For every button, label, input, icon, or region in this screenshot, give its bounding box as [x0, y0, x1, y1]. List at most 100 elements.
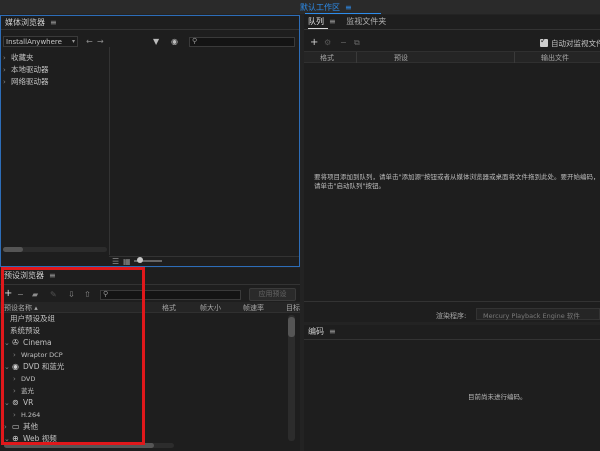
search-icon: ⚲: [192, 37, 198, 45]
divider: [1, 29, 299, 30]
monitor-icon: ▭: [12, 422, 20, 431]
preset-scrollbar-thumb[interactable]: [288, 317, 295, 337]
preset-row[interactable]: ⌄ ✇ Cinema: [0, 337, 288, 349]
column-frame-rate[interactable]: 帧速率: [243, 303, 264, 313]
remove-preset-icon[interactable]: −: [17, 290, 24, 299]
chevron-right-icon: ›: [3, 78, 6, 86]
chevron-right-icon[interactable]: ›: [13, 373, 21, 385]
queue-menu-icon[interactable]: ≡: [329, 15, 336, 28]
queue-panel: 队列 ≡ 监视文件夹 + ⚙ − ⧉ ✓ 自动对监视文件 格式 预设 输出文件 要…: [304, 15, 600, 322]
divider: [304, 29, 600, 30]
add-preset-icon[interactable]: +: [4, 288, 12, 299]
add-source-icon[interactable]: +: [310, 37, 318, 48]
edit-preset-icon[interactable]: ✎: [50, 290, 57, 299]
preset-browser-title[interactable]: 预设浏览器: [4, 271, 44, 280]
preset-row[interactable]: 用户预设及组: [0, 313, 288, 325]
column-output-file[interactable]: 输出文件: [541, 53, 569, 63]
chevron-right-icon[interactable]: ›: [13, 385, 21, 397]
preset-scrollbar[interactable]: [288, 315, 295, 441]
renderer-dropdown[interactable]: Mercury Playback Engine 软件: [476, 308, 600, 320]
column-format[interactable]: 格式: [320, 53, 334, 63]
preset-row[interactable]: › Wraptor DCP: [0, 349, 288, 361]
preset-search-input[interactable]: ⚲: [100, 290, 241, 300]
queue-header: 队列 ≡ 监视文件夹: [304, 15, 600, 28]
column-preset[interactable]: 预设: [394, 53, 408, 63]
media-browser-title[interactable]: 媒体浏览器: [5, 18, 45, 27]
chevron-down-icon[interactable]: ⌄: [4, 361, 12, 373]
duplicate-icon[interactable]: ⧉: [354, 38, 360, 48]
column-target[interactable]: 目标: [286, 303, 300, 313]
preset-row-label: 其他: [23, 422, 38, 431]
icon-view-icon[interactable]: ▦: [123, 257, 131, 266]
import-preset-icon[interactable]: ⇩: [68, 290, 75, 299]
encode-header: 编码 ≡: [304, 325, 600, 339]
zoom-slider-handle[interactable]: [137, 257, 143, 263]
media-browser-header: 媒体浏览器 ≡: [1, 16, 299, 29]
list-view-icon[interactable]: ☰: [112, 257, 119, 266]
check-icon: ✓: [540, 36, 547, 45]
divider: [0, 284, 300, 285]
chevron-down-icon[interactable]: ⌄: [4, 397, 12, 409]
preset-column-header: 预设名称 ▴ 格式 帧大小 帧速率 目标: [0, 302, 300, 313]
tree-scrollbar[interactable]: [3, 247, 107, 252]
tree-item-favorites[interactable]: › 收藏夹: [3, 52, 107, 64]
settings-icon[interactable]: ⚙: [324, 38, 331, 47]
export-preset-icon[interactable]: ⇧: [84, 290, 91, 299]
workspace-menu-icon[interactable]: ≡: [345, 3, 352, 12]
preset-row-label: Wraptor DCP: [21, 351, 63, 359]
filter-icon[interactable]: ▼: [153, 37, 159, 46]
preset-row-label: DVD: [21, 375, 36, 383]
encode-status-message: 目前尚未进行编码。: [468, 393, 527, 401]
tree-item-network-drives[interactable]: › 网络驱动器: [3, 76, 107, 88]
preset-h-scrollbar[interactable]: [4, 443, 174, 448]
preset-row[interactable]: › DVD: [0, 373, 288, 385]
location-dropdown[interactable]: InstallAnywhere ▾: [3, 36, 78, 47]
chevron-right-icon[interactable]: ›: [4, 421, 12, 433]
workspace-label[interactable]: 默认工作区 ≡: [300, 2, 352, 13]
preset-row[interactable]: › H.264: [0, 409, 288, 421]
disc-icon: ◉: [12, 362, 19, 371]
queue-column-header: 格式 预设 输出文件: [304, 51, 600, 63]
preset-row[interactable]: ⌄ ◉ DVD 和蓝光: [0, 361, 288, 373]
search-icon: ⚲: [103, 290, 109, 298]
tree-item-local-drives[interactable]: › 本地驱动器: [3, 64, 107, 76]
column-preset-name[interactable]: 预设名称 ▴: [4, 303, 38, 313]
panel-menu-icon[interactable]: ≡: [329, 325, 336, 339]
panel-menu-icon[interactable]: ≡: [49, 268, 56, 284]
column-format[interactable]: 格式: [162, 303, 176, 313]
preset-row-label: 蓝光: [21, 387, 34, 395]
media-search-input[interactable]: ⚲: [189, 37, 295, 47]
renderer-label: 渲染程序:: [436, 312, 467, 320]
preset-row-label: VR: [23, 398, 34, 407]
view-toggle-icon[interactable]: ◉: [171, 37, 178, 46]
sort-up-icon: ▴: [34, 304, 38, 312]
chevron-right-icon[interactable]: ›: [13, 409, 21, 421]
preset-row-label: 系统预设: [10, 326, 40, 335]
back-arrow-icon[interactable]: ←: [86, 37, 93, 46]
divider: [304, 339, 600, 340]
apply-preset-button[interactable]: 应用预设: [249, 288, 296, 301]
preset-row[interactable]: 系统预设: [0, 325, 288, 337]
preset-row[interactable]: › ▭ 其他: [0, 421, 288, 433]
tab-watch-folders[interactable]: 监视文件夹: [346, 17, 386, 26]
remove-icon[interactable]: −: [340, 38, 347, 47]
preset-row[interactable]: › 蓝光: [0, 385, 288, 397]
forward-arrow-icon[interactable]: →: [97, 37, 104, 46]
auto-encode-checkbox[interactable]: ✓: [540, 36, 548, 47]
new-group-icon[interactable]: ▰: [32, 290, 38, 299]
divider: [304, 301, 600, 302]
queue-empty-message: 要将项目添加到队列，请单击"添加源"按钮或者从媒体浏览器或桌面将文件拖到此处。要…: [314, 173, 600, 190]
tab-queue[interactable]: 队列: [308, 17, 324, 26]
preset-tree: 用户预设及组 系统预设 ⌄ ✇ Cinema › Wraptor DCP ⌄ ◉ DVD 和蓝光 ›…: [0, 313, 288, 445]
chevron-right-icon[interactable]: ›: [13, 349, 21, 361]
workspace-underline: [305, 13, 381, 14]
panel-menu-icon[interactable]: ≡: [50, 16, 57, 29]
encode-title[interactable]: 编码: [308, 327, 324, 336]
vr-icon: ⊚: [12, 398, 19, 407]
column-frame-size[interactable]: 帧大小: [200, 303, 221, 313]
preset-row-label: DVD 和蓝光: [23, 362, 65, 371]
chevron-right-icon: ›: [3, 66, 6, 74]
preset-row-label: 用户预设及组: [10, 314, 55, 323]
preset-row[interactable]: ⌄ ⊚ VR: [0, 397, 288, 409]
chevron-down-icon[interactable]: ⌄: [4, 337, 12, 349]
